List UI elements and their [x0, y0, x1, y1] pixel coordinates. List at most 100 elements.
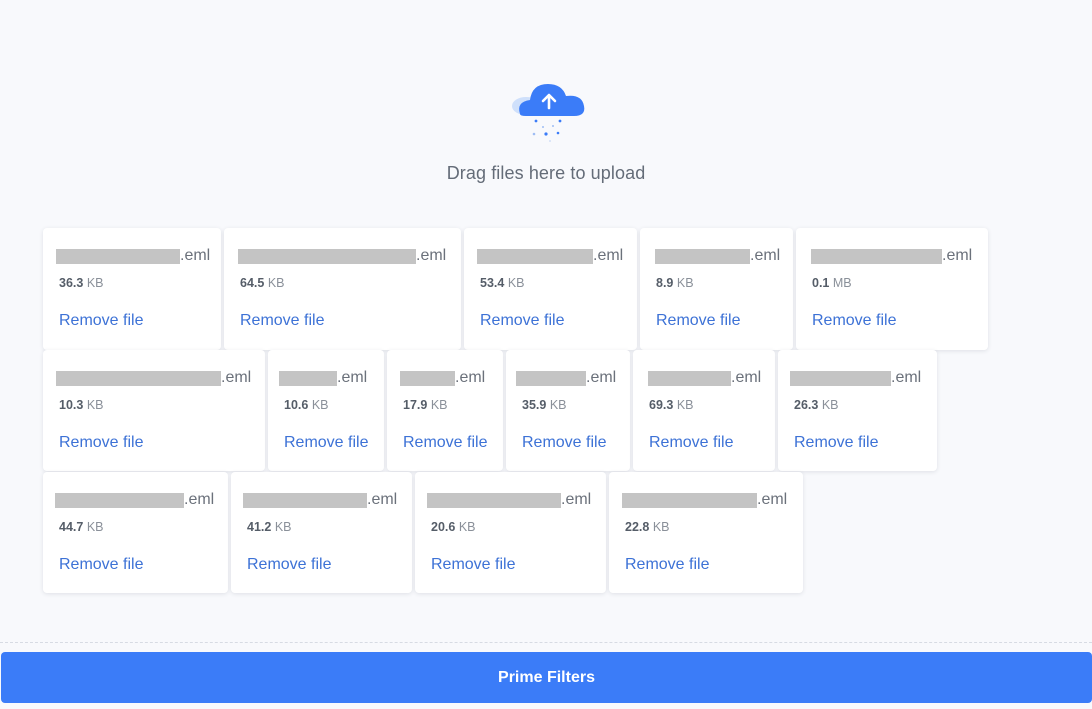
remove-file-link[interactable]: Remove file [794, 434, 878, 452]
file-size: 53.4 KB [480, 276, 525, 290]
redacted-filename [56, 248, 180, 264]
file-extension: .eml [337, 369, 368, 386]
remove-file-link[interactable]: Remove file [59, 434, 143, 452]
file-size-value: 64.5 [240, 276, 265, 290]
file-card: .eml 22.8 KB Remove file [609, 472, 803, 593]
redacted-filename [243, 492, 367, 508]
file-card: .eml 26.3 KB Remove file [778, 350, 937, 471]
file-size-unit: KB [458, 520, 476, 534]
file-size-unit: KB [311, 398, 329, 412]
file-size-unit: KB [86, 398, 104, 412]
file-size-value: 36.3 [59, 276, 84, 290]
file-size: 36.3 KB [59, 276, 104, 290]
file-card: .eml 44.7 KB Remove file [43, 472, 228, 593]
prime-filters-button[interactable]: Prime Filters [1, 652, 1092, 703]
remove-file-link[interactable]: Remove file [403, 434, 487, 452]
remove-file-link[interactable]: Remove file [649, 434, 733, 452]
file-card: .eml 35.9 KB Remove file [506, 350, 630, 471]
redacted-filename [477, 248, 593, 264]
file-size-value: 10.3 [59, 398, 84, 412]
file-extension: .eml [416, 247, 447, 264]
dropzone-divider [0, 642, 1092, 643]
file-extension: .eml [586, 369, 617, 386]
file-name: .eml [516, 369, 616, 387]
file-size-unit: KB [676, 398, 694, 412]
file-name: .eml [56, 247, 210, 265]
cloud-upload-icon[interactable] [510, 78, 588, 146]
file-size-unit: KB [549, 398, 567, 412]
remove-file-link[interactable]: Remove file [284, 434, 368, 452]
file-size-unit: KB [676, 276, 694, 290]
file-card: .eml 69.3 KB Remove file [633, 350, 775, 471]
file-size: 41.2 KB [247, 520, 292, 534]
redacted-filename [622, 492, 757, 508]
file-name: .eml [55, 491, 214, 509]
file-size-value: 53.4 [480, 276, 505, 290]
remove-file-link[interactable]: Remove file [522, 434, 606, 452]
file-size: 44.7 KB [59, 520, 104, 534]
redacted-filename [56, 370, 221, 386]
redacted-filename [790, 370, 891, 386]
remove-file-link[interactable]: Remove file [656, 312, 740, 330]
file-extension: .eml [561, 491, 592, 508]
file-name: .eml [427, 491, 591, 509]
file-card: .eml 20.6 KB Remove file [415, 472, 606, 593]
remove-file-link[interactable]: Remove file [625, 556, 709, 574]
file-extension: .eml [184, 491, 215, 508]
file-size: 10.3 KB [59, 398, 104, 412]
file-name: .eml [622, 491, 787, 509]
file-name: .eml [56, 369, 251, 387]
file-size-unit: KB [507, 276, 525, 290]
file-name: .eml [648, 369, 761, 387]
file-name: .eml [238, 247, 446, 265]
file-name: .eml [811, 247, 972, 265]
redacted-filename [655, 248, 750, 264]
file-size: 22.8 KB [625, 520, 670, 534]
file-extension: .eml [891, 369, 922, 386]
redacted-filename [648, 370, 731, 386]
remove-file-link[interactable]: Remove file [247, 556, 331, 574]
file-size: 17.9 KB [403, 398, 448, 412]
file-size-unit: KB [274, 520, 292, 534]
file-card: .eml 64.5 KB Remove file [224, 228, 461, 350]
remove-file-link[interactable]: Remove file [240, 312, 324, 330]
remove-file-link[interactable]: Remove file [480, 312, 564, 330]
file-extension: .eml [750, 247, 781, 264]
file-card: .eml 10.6 KB Remove file [268, 350, 384, 471]
file-size-value: 26.3 [794, 398, 819, 412]
file-size: 35.9 KB [522, 398, 567, 412]
redacted-filename [516, 370, 586, 386]
file-size-unit: KB [86, 520, 104, 534]
file-card: .eml 0.1 MB Remove file [796, 228, 988, 350]
file-extension: .eml [942, 247, 973, 264]
upload-page: Drag files here to upload .eml 36.3 KB R… [0, 0, 1092, 709]
file-size: 69.3 KB [649, 398, 694, 412]
file-extension: .eml [731, 369, 762, 386]
remove-file-link[interactable]: Remove file [431, 556, 515, 574]
redacted-filename [811, 248, 942, 264]
file-size: 20.6 KB [431, 520, 476, 534]
remove-file-link[interactable]: Remove file [59, 312, 143, 330]
file-extension: .eml [221, 369, 252, 386]
remove-file-link[interactable]: Remove file [59, 556, 143, 574]
file-card: .eml 41.2 KB Remove file [231, 472, 412, 593]
file-size: 64.5 KB [240, 276, 285, 290]
file-card: .eml 8.9 KB Remove file [640, 228, 793, 350]
file-name: .eml [279, 369, 367, 387]
file-size-unit: KB [430, 398, 448, 412]
file-card: .eml 10.3 KB Remove file [43, 350, 265, 471]
redacted-filename [427, 492, 561, 508]
redacted-filename [55, 492, 184, 508]
dropzone-message: Drag files here to upload [446, 163, 646, 183]
file-card: .eml 53.4 KB Remove file [464, 228, 637, 350]
file-extension: .eml [455, 369, 486, 386]
file-size-value: 41.2 [247, 520, 272, 534]
file-extension: .eml [180, 247, 211, 264]
file-size-value: 22.8 [625, 520, 650, 534]
file-size-value: 20.6 [431, 520, 456, 534]
file-size-value: 69.3 [649, 398, 674, 412]
file-size: 26.3 KB [794, 398, 839, 412]
file-size-value: 0.1 [812, 276, 830, 290]
remove-file-link[interactable]: Remove file [812, 312, 896, 330]
file-size: 10.6 KB [284, 398, 329, 412]
